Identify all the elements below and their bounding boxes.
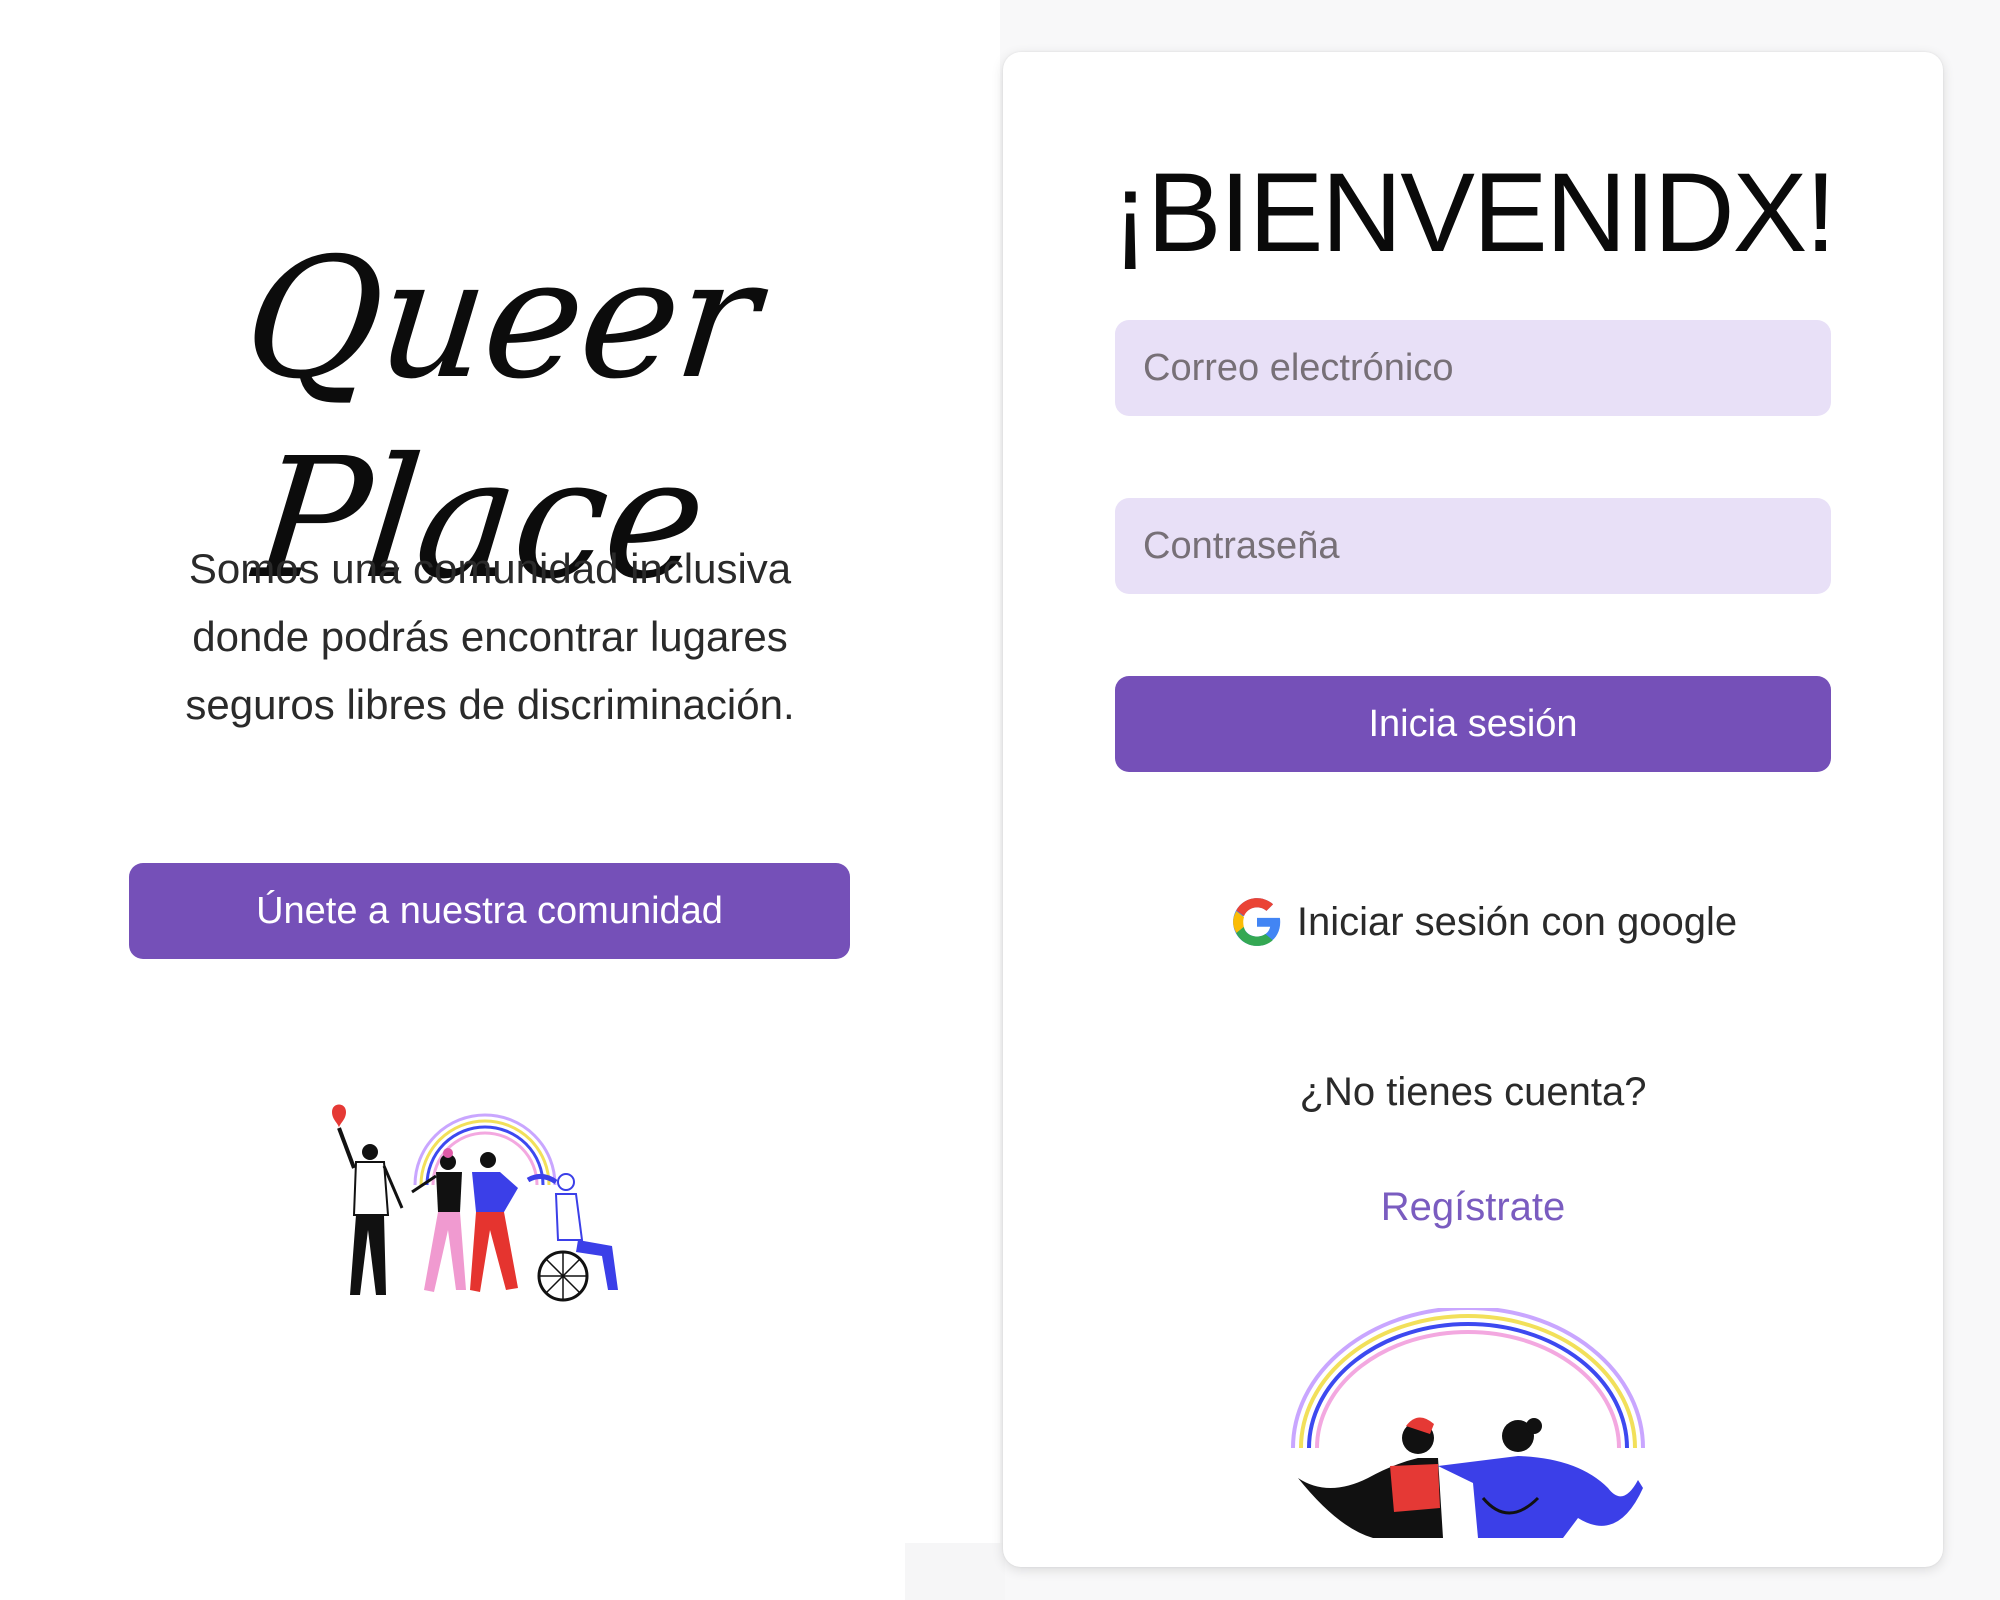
tagline: Somos una comunidad inclusiva donde podr… [185, 545, 795, 728]
join-community-button[interactable]: Únete a nuestra comunidad [129, 863, 850, 959]
brand-panel: Queer Place Somos una comunidad inclusiv… [0, 0, 1000, 1600]
register-link[interactable]: Regístrate [1003, 1185, 1943, 1230]
password-field[interactable] [1115, 498, 1831, 594]
welcome-title: ¡BIENVENIDX! [1111, 150, 1837, 275]
panel-edge [905, 1543, 1005, 1600]
login-card: ¡BIENVENIDX! Inicia sesión Iniciar sesió… [1003, 52, 1943, 1567]
login-button[interactable]: Inicia sesión [1115, 676, 1831, 772]
couple-illustration [1291, 1308, 1645, 1538]
google-icon [1232, 898, 1281, 946]
google-login-button[interactable]: Iniciar sesión con google [1193, 890, 1773, 954]
google-login-label: Iniciar sesión con google [1296, 899, 1738, 944]
no-account-text: ¿No tienes cuenta? [1299, 1070, 1647, 1114]
community-illustration [332, 1104, 618, 1302]
email-field[interactable] [1115, 320, 1831, 416]
